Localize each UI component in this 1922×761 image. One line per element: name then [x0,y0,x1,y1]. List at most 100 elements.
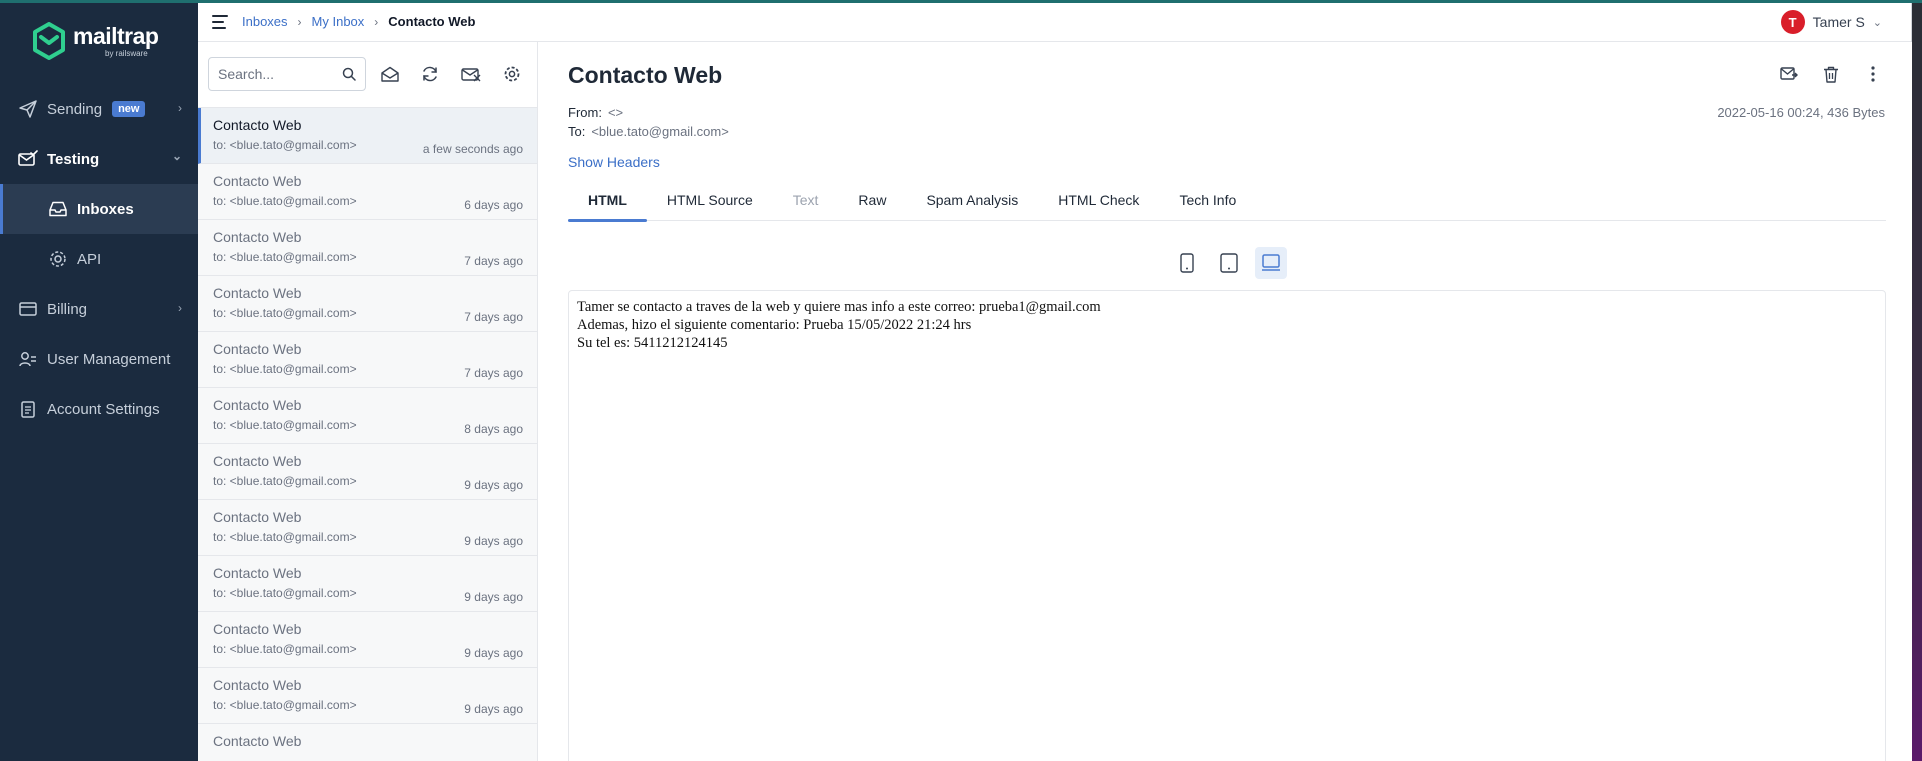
inbox-icon [48,199,68,219]
tab-html-source[interactable]: HTML Source [647,178,773,221]
message-time: 9 days ago [464,478,523,492]
list-item[interactable]: Contacto Web to: <blue.tato@gmail.com> 9 d… [198,668,537,724]
list-item[interactable]: Contacto Web to: <blue.tato@gmail.com> a f… [198,108,537,164]
mobile-view-icon[interactable] [1171,247,1203,279]
sidebar-item-api[interactable]: API [0,234,198,284]
send-icon [18,99,38,119]
chevron-right-icon: › [178,301,182,315]
document-icon [18,399,38,419]
logo-subtext: by railsware [105,48,148,58]
message-subject: Contacto Web [213,117,302,133]
sidebar-item-testing[interactable]: Testing ⌄ [0,134,198,184]
message-time: 9 days ago [464,646,523,660]
breadcrumb-separator: › [297,14,302,29]
sidebar: mailtrap by railsware Sending new › Test… [0,3,198,761]
logo-text: mailtrap [73,22,159,49]
show-headers-link[interactable]: Show Headers [568,154,660,170]
sidebar-item-label: Account Settings [47,400,160,418]
html-preview: Tamer se contacto a traves de la web y q… [568,290,1886,761]
message-list: Contacto Web to: <blue.tato@gmail.com> a f… [198,108,537,761]
device-switcher [1171,247,1287,279]
from-label: From: [568,105,602,120]
breadcrumb-separator: › [374,14,379,29]
message-subject: Contacto Web [213,733,302,749]
window-edge [1912,3,1922,761]
sidebar-item-label: Inboxes [77,200,134,218]
message-subject: Contacto Web [213,509,302,525]
users-icon [18,349,38,369]
list-item[interactable]: Contacto Web to: <blue.tato@gmail.com> 9 d… [198,444,537,500]
list-item[interactable]: Contacto Web to: <blue.tato@gmail.com> 7 d… [198,332,537,388]
list-item[interactable]: Contacto Web to: <blue.tato@gmail.com> 9 d… [198,500,537,556]
list-item[interactable]: Contacto Web to: <blue.tato@gmail.com> 9 d… [198,612,537,668]
message-subject: Contacto Web [213,173,302,189]
message-time: 7 days ago [464,254,523,268]
message-time: 9 days ago [464,702,523,716]
message-subject: Contacto Web [213,397,302,413]
chevron-down-icon: ⌄ [171,149,182,163]
trash-icon[interactable] [1822,65,1840,83]
logo[interactable]: mailtrap by railsware [32,22,159,60]
new-badge: new [112,101,146,117]
message-tabs: HTML HTML Source Text Raw Spam Analysis … [568,178,1886,222]
message-time: a few seconds ago [422,142,523,156]
top-header: Inboxes › My Inbox › Contacto Web T Tame… [198,3,1922,42]
tab-spam-analysis[interactable]: Spam Analysis [906,178,1038,221]
search-icon[interactable] [342,67,356,86]
list-item[interactable]: Contacto Web to: <blue.tato@gmail.com> 9 d… [198,556,537,612]
tab-html-check[interactable]: HTML Check [1038,178,1159,221]
user-menu[interactable]: T Tamer S ⌄ [1780,10,1882,34]
message-time: 7 days ago [464,366,523,380]
list-item[interactable]: Contacto Web to: <blue.tato@gmail.com> 6 d… [198,164,537,220]
billing-icon [18,299,38,319]
list-toolbar [198,42,537,108]
sidebar-item-sending[interactable]: Sending new › [0,84,198,134]
breadcrumb-current: Contacto Web [388,14,476,29]
message-time: 8 days ago [464,422,523,436]
message-subject: Contacto Web [213,285,302,301]
message-title: Contacto Web [568,62,723,88]
desktop-view-icon[interactable] [1255,247,1287,279]
message-time: 9 days ago [464,534,523,548]
breadcrumb-my-inbox[interactable]: My Inbox [312,14,365,29]
tab-raw[interactable]: Raw [838,178,906,221]
gear-icon[interactable] [502,64,522,84]
search-input[interactable] [218,66,338,82]
refresh-icon[interactable] [420,64,440,84]
list-item[interactable]: Contacto Web [198,724,537,761]
message-view: Contacto Web From: <> To: <blue.tato@gmail… [539,42,1912,761]
chevron-right-icon: › [178,101,182,115]
list-item[interactable]: Contacto Web to: <blue.tato@gmail.com> 7 d… [198,276,537,332]
more-options-icon[interactable] [1864,65,1882,83]
sidebar-item-account-settings[interactable]: Account Settings [0,384,198,434]
clear-inbox-icon[interactable] [461,64,481,84]
tab-html[interactable]: HTML [568,178,647,222]
tab-text[interactable]: Text [773,178,839,221]
sidebar-item-inboxes[interactable]: Inboxes [0,184,198,234]
from-row: From: <> [568,105,623,120]
message-subject: Contacto Web [213,621,302,637]
mark-read-icon[interactable] [380,64,400,84]
body-line: Su tel es: 5411212124145 [577,335,728,351]
message-time: 6 days ago [464,198,523,212]
from-value: <> [607,105,624,120]
sidebar-item-billing[interactable]: Billing › [0,284,198,334]
list-item[interactable]: Contacto Web to: <blue.tato@gmail.com> 8 d… [198,388,537,444]
message-subject: Contacto Web [213,341,302,357]
breadcrumb-inboxes[interactable]: Inboxes [242,14,288,29]
menu-toggle-icon[interactable] [212,15,228,29]
sidebar-item-user-management[interactable]: User Management [0,334,198,384]
tab-tech-info[interactable]: Tech Info [1159,178,1256,221]
message-subject: Contacto Web [213,229,302,245]
message-subject: Contacto Web [213,565,302,581]
body-line: Tamer se contacto a traves de la web y q… [577,299,1101,315]
list-item[interactable]: Contacto Web to: <blue.tato@gmail.com> 7 d… [198,220,537,276]
user-name: Tamer S [1812,14,1865,30]
tablet-view-icon[interactable] [1213,247,1245,279]
body-line: Ademas, hizo el siguiente comentario: Pr… [577,317,972,333]
search-field[interactable] [208,57,366,91]
sidebar-item-label: Testing [47,150,100,168]
message-actions [1780,65,1882,83]
mailtrap-logo-icon [33,22,65,60]
forward-icon[interactable] [1780,65,1798,83]
